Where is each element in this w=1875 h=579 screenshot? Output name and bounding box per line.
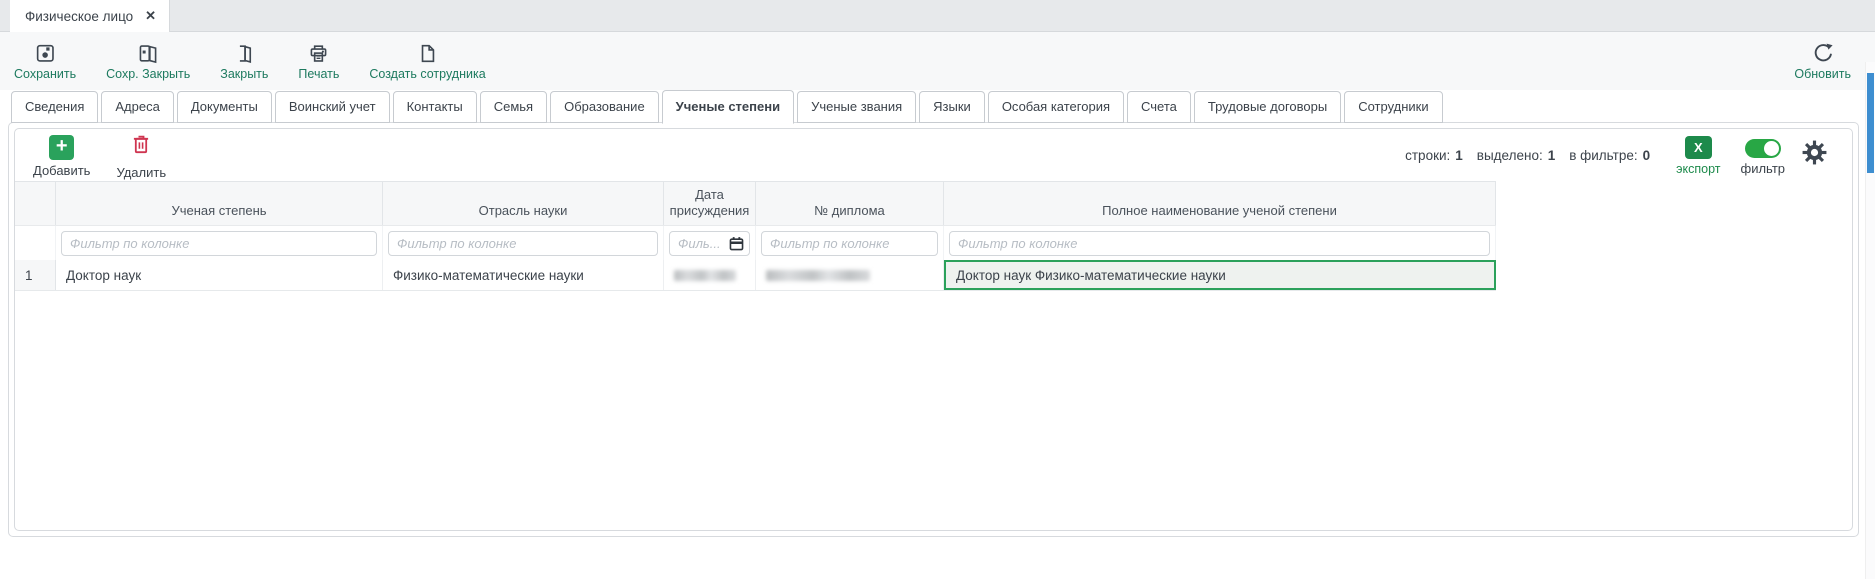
save-close-button[interactable]: Сохр. Закрыть [106, 42, 190, 81]
grid-settings-button[interactable] [1801, 139, 1828, 171]
create-employee-button[interactable]: Создать сотрудника [369, 42, 485, 81]
filter-input-date[interactable] [669, 231, 750, 256]
page-tabs: Сведения Адреса Документы Воинский учет … [8, 90, 1855, 123]
redacted-diploma-value [766, 270, 870, 281]
new-document-icon [416, 42, 439, 65]
tab-scheta[interactable]: Счета [1127, 91, 1191, 123]
close-button[interactable]: Закрыть [220, 42, 268, 81]
tab-adresa[interactable]: Адреса [101, 91, 173, 123]
create-employee-label: Создать сотрудника [369, 67, 485, 81]
filter-toggle-label: фильтр [1741, 161, 1785, 176]
toggle-knob [1764, 141, 1779, 156]
header-no-diploma[interactable]: № диплома [756, 182, 944, 225]
table-filter-row [15, 226, 1496, 260]
print-button[interactable]: Печать [298, 42, 339, 81]
filter-cell-degree [56, 226, 383, 260]
delete-label: Удалить [116, 165, 166, 180]
header-otrasl-nauki[interactable]: Отрасль науки [383, 182, 664, 225]
gear-icon [1801, 139, 1828, 171]
tab-voinskiy-uchet[interactable]: Воинский учет [275, 91, 390, 123]
rows-count: строки:1 [1405, 148, 1463, 163]
main-toolbar: Сохранить Сохр. Закрыть Закрыть [0, 32, 1875, 90]
scrollbar-thumb[interactable] [1867, 73, 1874, 173]
vertical-scrollbar[interactable] [1865, 62, 1875, 579]
selected-count: выделено:1 [1477, 148, 1555, 163]
print-label: Печать [298, 67, 339, 81]
filter-input-science-field[interactable] [388, 231, 658, 256]
grid-toolbar: + Добавить Удалить строки:1 выделе [15, 129, 1852, 181]
filter-input-diploma[interactable] [761, 231, 938, 256]
door-icon [233, 42, 256, 65]
plus-icon: + [49, 135, 74, 160]
document-tab-strip [0, 0, 1875, 32]
filter-cell-science-field [383, 226, 664, 260]
redacted-date-value [674, 270, 736, 281]
filter-input-degree[interactable] [61, 231, 377, 256]
row-number-cell[interactable]: 1 [15, 260, 56, 290]
save-button[interactable]: Сохранить [14, 42, 76, 81]
cell-degree[interactable]: Доктор наук [56, 260, 383, 290]
filtered-count: в фильтре:0 [1569, 148, 1650, 163]
header-polnoe-naimenovanie[interactable]: Полное наименование ученой степени [944, 182, 1496, 225]
tab-dokumenty[interactable]: Документы [177, 91, 272, 123]
close-icon[interactable]: ✕ [145, 8, 156, 24]
grid-toolbar-right: строки:1 выделено:1 в фильтре:0 X экспор… [1391, 134, 1834, 176]
tab-osobaya-kategoriya[interactable]: Особая категория [988, 91, 1124, 123]
delete-row-button[interactable]: Удалить [116, 132, 166, 180]
doc-tab-fizicheskoe-lico[interactable]: Физическое лицо ✕ [10, 0, 170, 32]
tab-content-panel: + Добавить Удалить строки:1 выделе [8, 122, 1859, 537]
table-row[interactable]: 1 Доктор наук Физико-математические наук… [15, 260, 1496, 291]
trash-icon [129, 132, 153, 162]
filter-cell-rownum [15, 226, 56, 260]
export-label: экспорт [1676, 162, 1720, 176]
tab-yazyki[interactable]: Языки [919, 91, 985, 123]
tab-semya[interactable]: Семья [480, 91, 547, 123]
doc-tab-title: Физическое лицо [25, 9, 133, 24]
save-label: Сохранить [14, 67, 76, 81]
tab-svedeniya[interactable]: Сведения [11, 91, 98, 123]
export-excel-button[interactable]: X экспорт [1676, 136, 1720, 176]
printer-icon [307, 42, 330, 65]
table-header-row: Ученая степень Отрасль науки Дата присуж… [15, 181, 1496, 226]
grid-panel: + Добавить Удалить строки:1 выделе [14, 128, 1853, 531]
tab-uchenye-zvaniya[interactable]: Ученые звания [797, 91, 916, 123]
save-icon [34, 42, 57, 65]
filter-cell-full-name [944, 226, 1496, 260]
tab-uchenye-stepeni[interactable]: Ученые степени [662, 90, 794, 124]
tab-trudovye-dogovory[interactable]: Трудовые договоры [1194, 91, 1341, 123]
cell-full-degree-name-selected[interactable]: Доктор наук Физико-математические науки [944, 260, 1496, 290]
refresh-label: Обновить [1794, 67, 1851, 81]
refresh-icon [1811, 41, 1835, 65]
filter-cell-diploma [756, 226, 944, 260]
header-uchenaya-stepen[interactable]: Ученая степень [56, 182, 383, 225]
cell-award-date-redacted[interactable] [664, 260, 756, 290]
cell-science-field[interactable]: Физико-математические науки [383, 260, 664, 290]
refresh-button[interactable]: Обновить [1794, 41, 1851, 81]
add-row-button[interactable]: + Добавить [33, 135, 90, 178]
add-label: Добавить [33, 163, 90, 178]
tab-kontakty[interactable]: Контакты [393, 91, 477, 123]
degrees-table: Ученая степень Отрасль науки Дата присуж… [15, 181, 1496, 291]
save-close-icon [137, 42, 160, 65]
header-row-number[interactable] [15, 182, 56, 225]
tab-sotrudniki[interactable]: Сотрудники [1344, 91, 1442, 123]
grid-stats: строки:1 выделено:1 в фильтре:0 [1391, 148, 1650, 163]
save-close-label: Сохр. Закрыть [106, 67, 190, 81]
filter-toggle[interactable]: фильтр [1741, 137, 1785, 176]
filter-cell-date [664, 226, 756, 260]
close-label: Закрыть [220, 67, 268, 81]
filter-input-full-name[interactable] [949, 231, 1490, 256]
toggle-on-icon[interactable] [1745, 139, 1781, 158]
cell-diploma-no-redacted[interactable] [756, 260, 944, 290]
header-data-prisuzhdeniya[interactable]: Дата присуждения [664, 182, 756, 225]
tab-obrazovanie[interactable]: Образование [550, 91, 659, 123]
excel-export-icon: X [1685, 136, 1712, 159]
